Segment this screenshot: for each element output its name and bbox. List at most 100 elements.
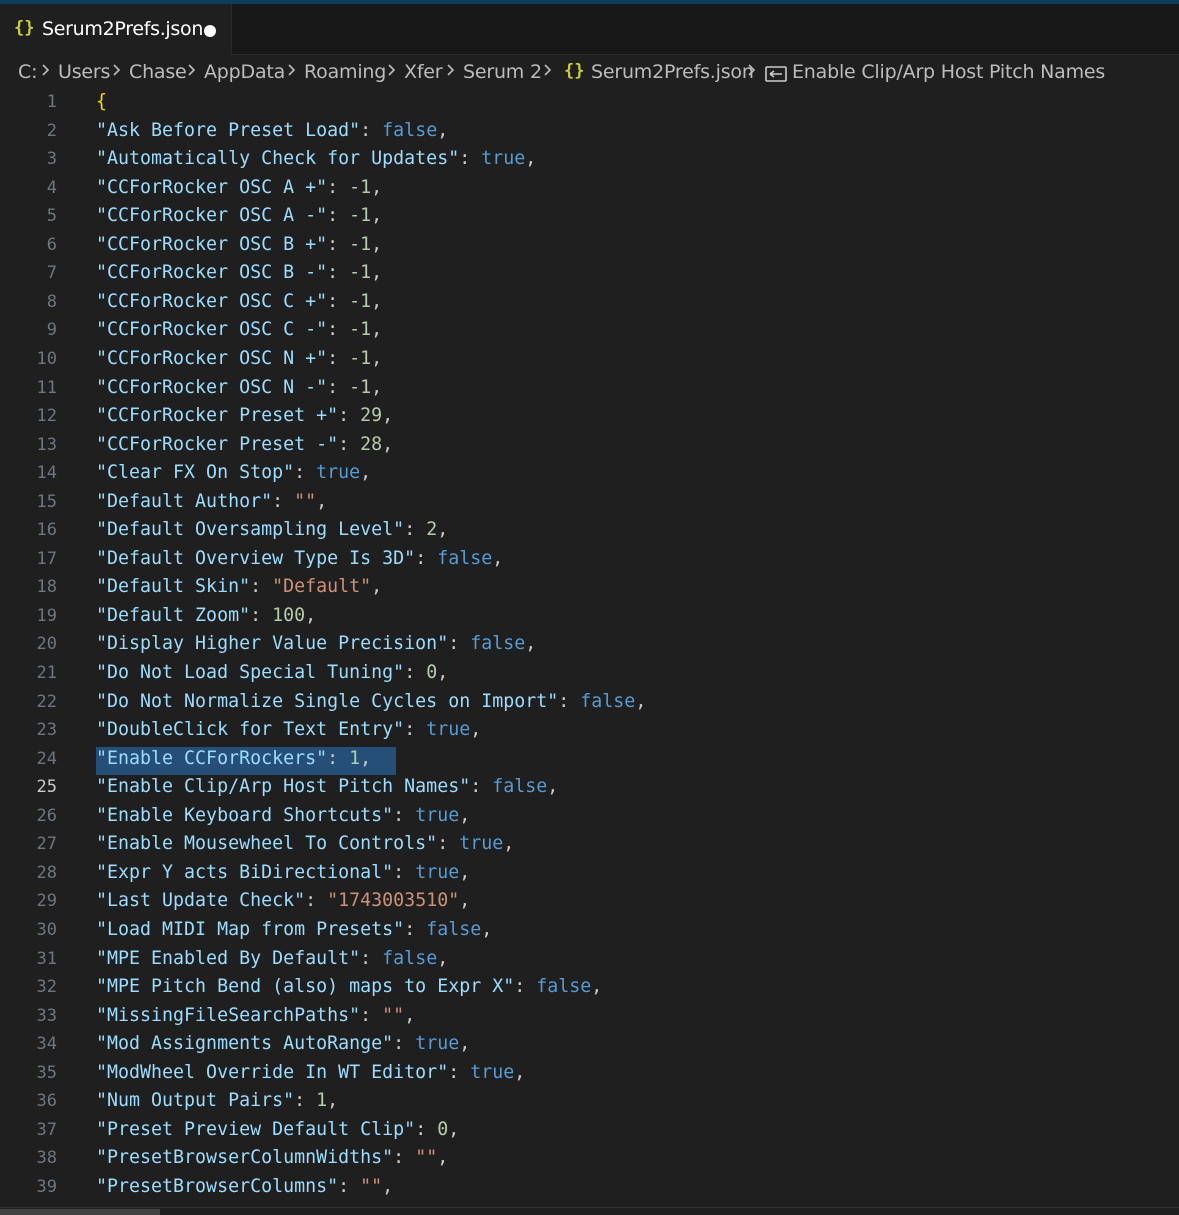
code-line[interactable]: 29 "Last Update Check": "1743003510", [0, 889, 1179, 917]
code-editor[interactable]: 1{2 "Ask Before Preset Load": false, 3 "Aut… [0, 90, 1179, 1207]
breadcrumb-item-file[interactable]: Serum2Prefs.json [591, 61, 754, 83]
unsaved-dot-icon[interactable] [204, 25, 216, 37]
code-text: "Default Oversampling Level": 2, [96, 519, 449, 541]
code-line[interactable]: 23 "DoubleClick for Text Entry": true, [0, 718, 1179, 746]
code-line[interactable]: 36 "Num Output Pairs": 1, [0, 1089, 1179, 1117]
code-line[interactable]: 20 "Display Higher Value Precision": fals… [0, 632, 1179, 660]
line-number: 16 [36, 520, 57, 541]
line-number: 1 [46, 92, 57, 112]
code-line[interactable]: 35 "ModWheel Override In WT Editor": true… [0, 1061, 1179, 1089]
json-key: "CCForRocker OSC C -" [96, 319, 328, 341]
json-key: "CCForRocker OSC B +" [96, 233, 328, 255]
json-value: true [316, 462, 361, 484]
json-value: -1 [349, 233, 372, 255]
code-text: "PresetBrowserColumnWidths": "", [96, 1147, 449, 1169]
code-line[interactable]: 30 "Load MIDI Map from Presets": false, [0, 918, 1179, 946]
json-key: "Display Higher Value Precision" [96, 633, 449, 655]
code-line[interactable]: 13 "CCForRocker Preset -": 28, [0, 433, 1179, 461]
code-line[interactable]: 32 "MPE Pitch Bend (also) maps to Expr X"… [0, 975, 1179, 1003]
code-line[interactable]: 27 "Enable Mousewheel To Controls": true, [0, 832, 1179, 860]
line-number: 17 [36, 548, 57, 569]
chevron-right-icon [385, 58, 399, 82]
code-line[interactable]: 6 "CCForRocker OSC B +": -1, [0, 233, 1179, 261]
json-value: "" [415, 1147, 438, 1169]
code-text: "CCForRocker OSC C +": -1, [96, 290, 383, 312]
line-number: 29 [36, 891, 57, 912]
code-line[interactable]: 10 "CCForRocker OSC N +": -1, [0, 347, 1179, 375]
json-key: "Do Not Load Special Tuning" [96, 662, 405, 683]
json-key: "CCForRocker OSC C +" [96, 290, 328, 312]
code-text: "Ask Before Preset Load": false, [96, 119, 449, 141]
code-text: "CCForRocker Preset +": 29, [96, 405, 394, 427]
json-key: "MPE Enabled By Default" [96, 947, 361, 969]
code-line[interactable]: 16 "Default Oversampling Level": 2, [0, 518, 1179, 546]
json-value: true [415, 1033, 460, 1055]
code-line[interactable]: 12 "CCForRocker Preset +": 29, [0, 404, 1179, 432]
json-key: "MissingFileSearchPaths" [96, 1004, 361, 1026]
line-number: 25 [36, 777, 57, 798]
breadcrumb-item-users[interactable]: Users [58, 61, 110, 83]
json-key: "Default Skin" [96, 576, 251, 598]
property-icon [765, 66, 787, 82]
json-key: "CCForRocker Preset -" [96, 433, 339, 455]
json-value: 0 [437, 1118, 449, 1140]
json-value: -1 [349, 176, 372, 198]
json-value: -1 [349, 376, 372, 398]
code-text: "Default Overview Type Is 3D": false, [96, 547, 504, 569]
code-line[interactable]: 34 "Mod Assignments AutoRange": true, [0, 1032, 1179, 1060]
code-line[interactable]: 39 "PresetBrowserColumns": "", [0, 1175, 1179, 1203]
code-line[interactable]: 9 "CCForRocker OSC C -": -1, [0, 318, 1179, 346]
code-line[interactable]: 17 "Default Overview Type Is 3D": false, [0, 547, 1179, 575]
tab-serum2prefs-json[interactable]: {} Serum2Prefs.json [0, 4, 232, 55]
code-line[interactable]: 7 "CCForRocker OSC B -": -1, [0, 261, 1179, 289]
code-line[interactable]: 15 "Default Author": "", [0, 490, 1179, 518]
code-line[interactable]: 2 "Ask Before Preset Load": false, [0, 119, 1179, 147]
breadcrumb-item-drive[interactable]: C: [18, 61, 37, 83]
code-text: "Do Not Normalize Single Cycles on Impor… [96, 690, 647, 712]
code-line[interactable]: 4 "CCForRocker OSC A +": -1, [0, 176, 1179, 204]
code-text: "Enable Keyboard Shortcuts": true, [96, 804, 471, 826]
code-line[interactable]: 37 "Preset Preview Default Clip": 0, [0, 1118, 1179, 1146]
code-line[interactable]: 18 "Default Skin": "Default", [0, 575, 1179, 603]
code-line[interactable]: 19 "Default Zoom": 100, [0, 604, 1179, 632]
line-number: 35 [36, 1062, 57, 1083]
code-line[interactable]: 5 "CCForRocker OSC A -": -1, [0, 204, 1179, 232]
code-line[interactable]: 31 "MPE Enabled By Default": false, [0, 947, 1179, 975]
code-line[interactable]: 1{ [0, 90, 1179, 118]
json-key: "PresetBrowserColumns" [96, 1175, 339, 1197]
json-value: false [382, 119, 438, 141]
code-line[interactable]: 33 "MissingFileSearchPaths": "", [0, 1004, 1179, 1032]
code-text: "MissingFileSearchPaths": "", [96, 1004, 416, 1026]
chevron-right-icon [285, 58, 299, 82]
code-line[interactable]: 3 "Automatically Check for Updates": true… [0, 147, 1179, 175]
code-text: "CCForRocker OSC A -": -1, [96, 205, 383, 227]
code-line[interactable]: 8 "CCForRocker OSC C +": -1, [0, 290, 1179, 318]
breadcrumb-item-roaming[interactable]: Roaming [304, 61, 386, 83]
breadcrumb-item-serum2[interactable]: Serum 2 [463, 61, 542, 83]
scrollbar-thumb[interactable] [0, 1209, 160, 1215]
line-number: 8 [46, 291, 57, 312]
json-value: "Default" [272, 576, 372, 598]
code-line[interactable]: 24 "Enable CCForRockers": 1, [0, 746, 1179, 775]
breadcrumb-item-chase[interactable]: Chase [129, 61, 187, 83]
code-line[interactable]: 26 "Enable Keyboard Shortcuts": true, [0, 804, 1179, 832]
code-line[interactable]: 28 "Expr Y acts BiDirectional": true, [0, 861, 1179, 889]
json-value: false [580, 690, 636, 712]
json-key: "Num Output Pairs" [96, 1090, 295, 1112]
json-value: "" [294, 490, 317, 512]
code-text: "MPE Enabled By Default": false, [96, 947, 449, 969]
code-line[interactable]: 25 "Enable Clip/Arp Host Pitch Names": fa… [0, 775, 1179, 803]
breadcrumb-item-xfer[interactable]: Xfer [404, 61, 443, 83]
code-line[interactable]: 22 "Do Not Normalize Single Cycles on Imp… [0, 690, 1179, 718]
line-number: 12 [36, 406, 57, 427]
code-line[interactable]: 38 "PresetBrowserColumnWidths": "", [0, 1146, 1179, 1174]
breadcrumb-item-appdata[interactable]: AppData [204, 61, 285, 83]
json-key: "Default Author" [96, 490, 273, 512]
json-value: true [415, 861, 460, 883]
code-line[interactable]: 11 "CCForRocker OSC N -": -1, [0, 376, 1179, 404]
json-value: "" [382, 1004, 405, 1026]
code-line[interactable]: 14 "Clear FX On Stop": true, [0, 461, 1179, 489]
code-line[interactable]: 21 "Do Not Load Special Tuning": 0, [0, 661, 1179, 689]
breadcrumb-item-symbol[interactable]: Enable Clip/Arp Host Pitch Names [792, 61, 1105, 83]
json-file-icon: {} [14, 18, 35, 38]
